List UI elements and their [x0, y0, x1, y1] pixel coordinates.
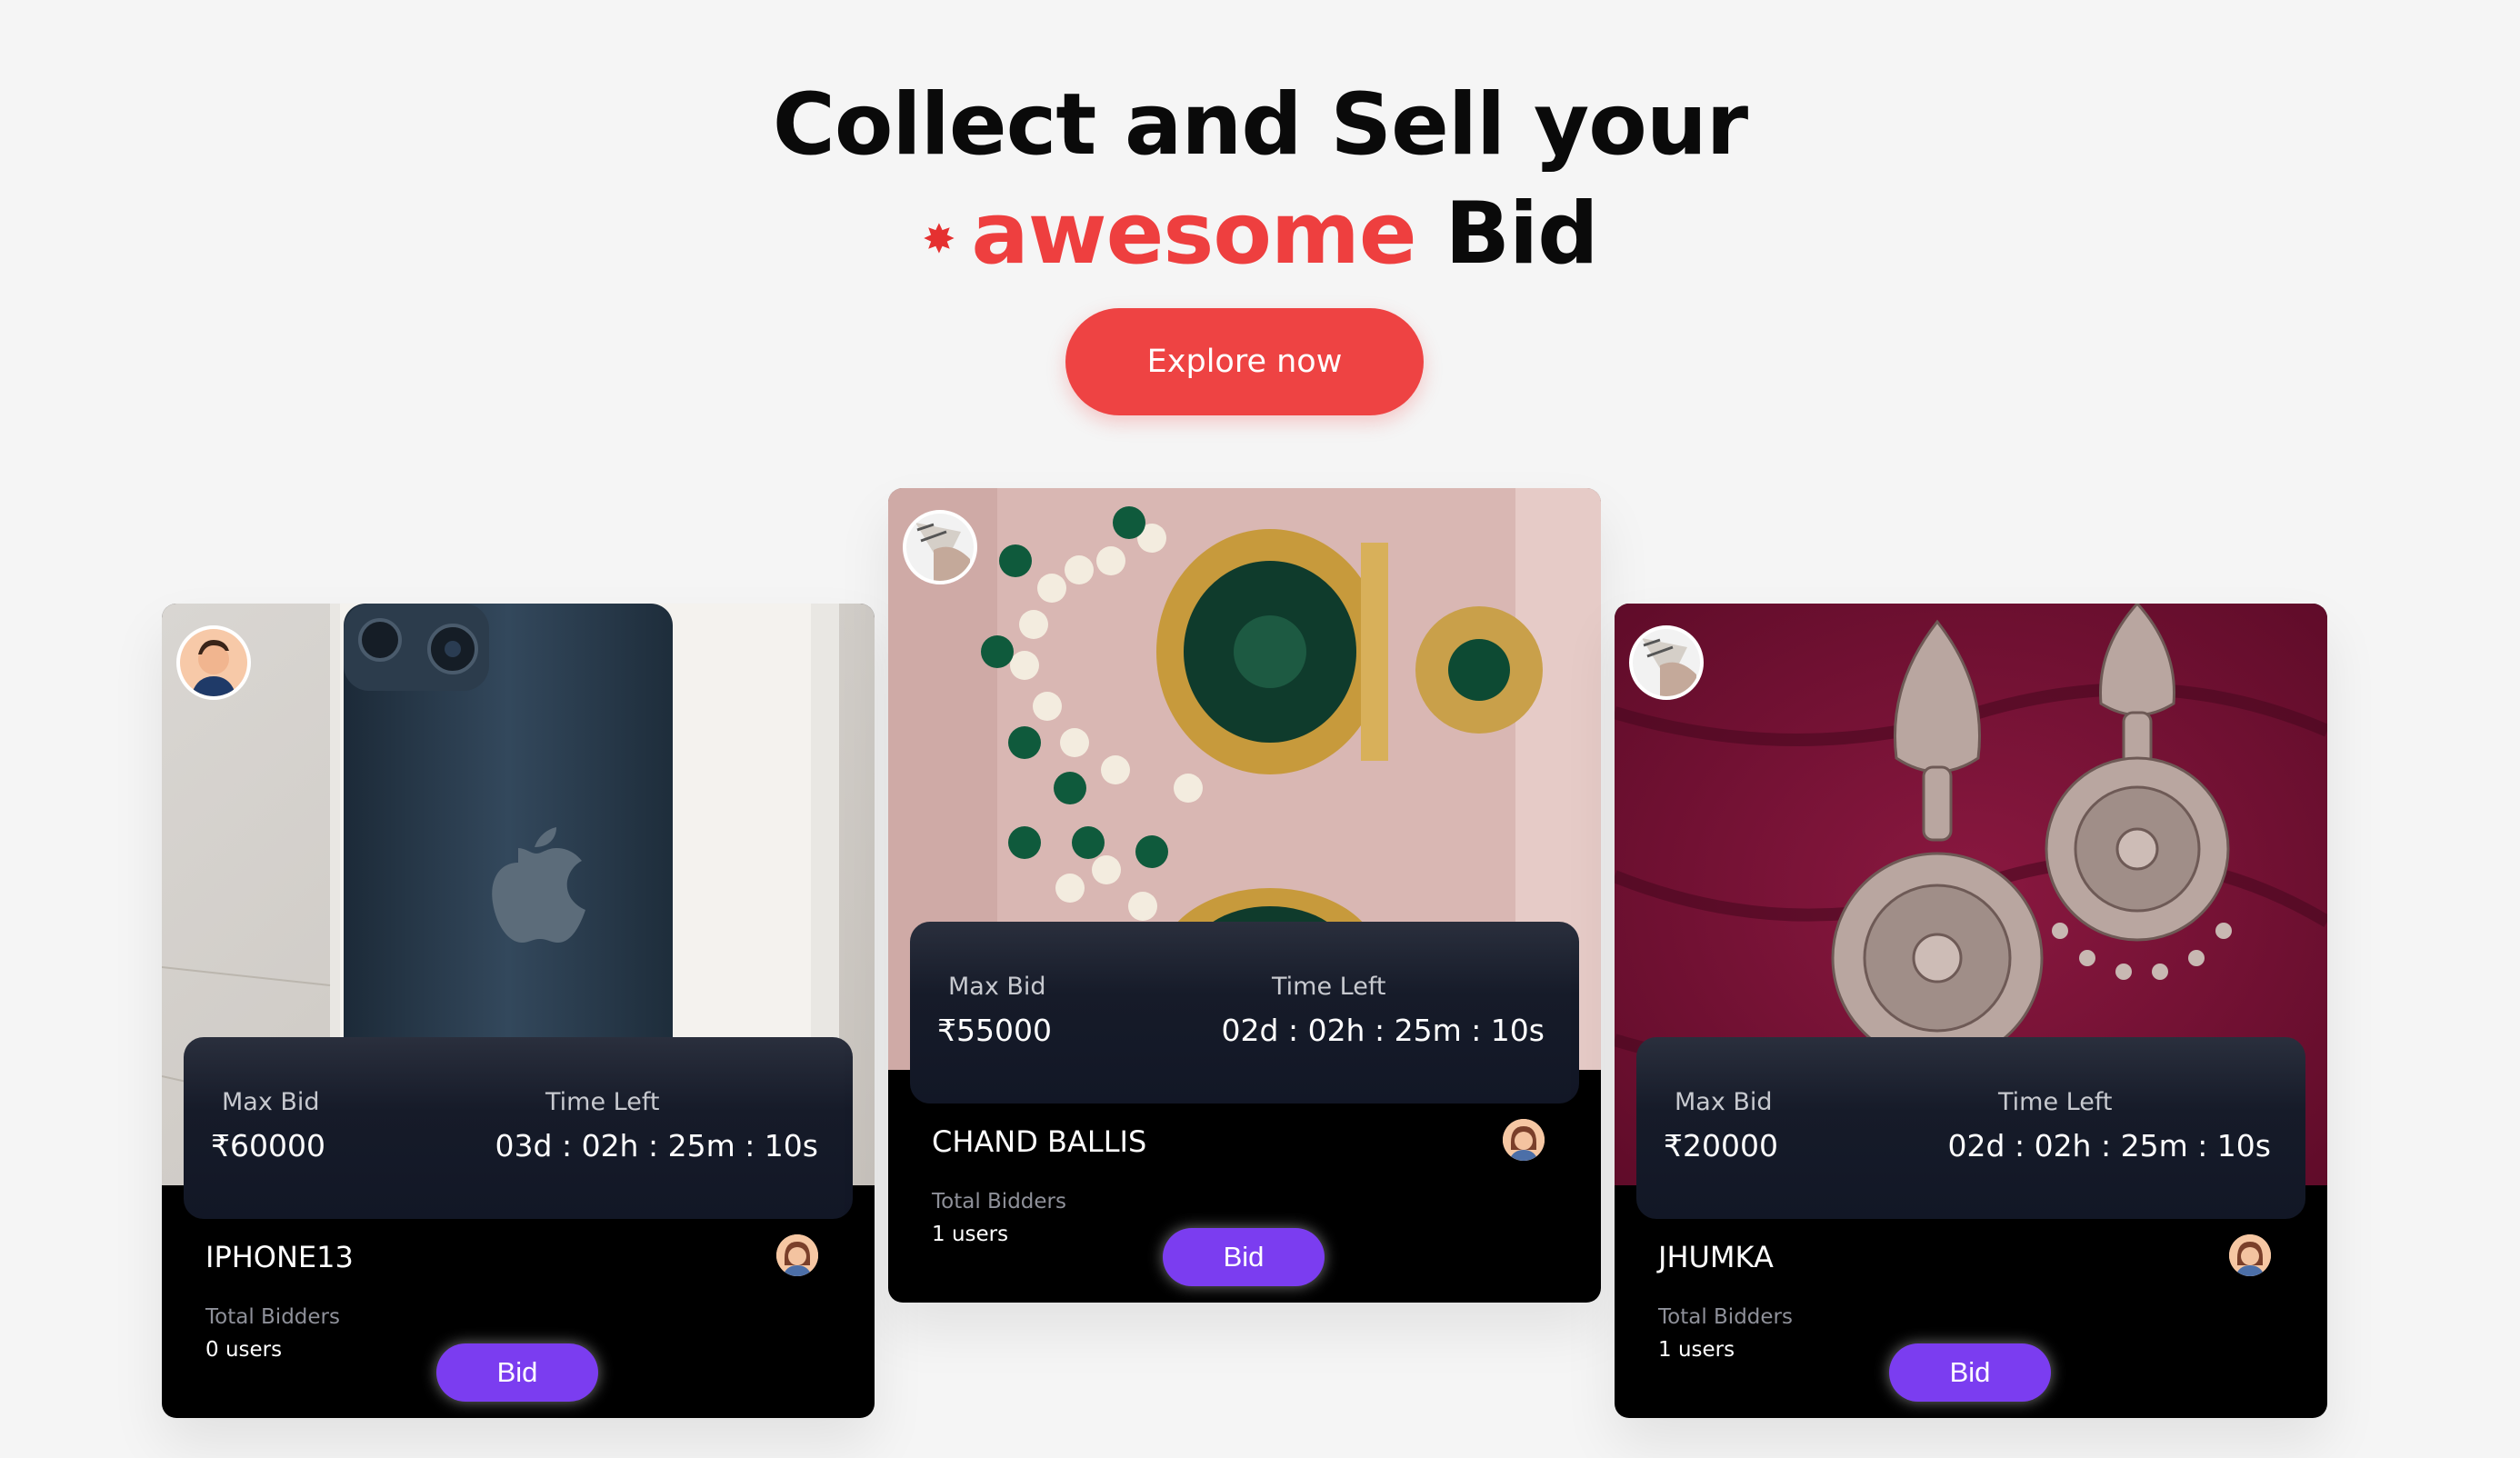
total-bidders-label: Total Bidders [932, 1190, 1066, 1213]
time-left-label: Time Left [1272, 973, 1386, 1001]
product-title[interactable]: JHUMKA [1658, 1240, 1774, 1274]
total-bidders-label: Total Bidders [205, 1305, 340, 1329]
auction-card[interactable]: Max Bid ₹60000 Time Left 03d : 02h : 25m… [162, 604, 875, 1418]
product-title[interactable]: CHAND BALLIS [932, 1124, 1146, 1159]
auction-card[interactable]: Max Bid ₹20000 Time Left 02d : 02h : 25m… [1615, 604, 2327, 1418]
max-bid-value: ₹20000 [1664, 1128, 1778, 1163]
total-bidders-label: Total Bidders [1658, 1305, 1793, 1329]
auction-card[interactable]: Max Bid ₹55000 Time Left 02d : 02h : 25m… [888, 488, 1601, 1303]
max-bid-value: ₹60000 [211, 1128, 325, 1163]
seller-avatar[interactable] [903, 510, 977, 584]
hero-title-line2: ✸ awesome Bid [0, 180, 2520, 295]
bid-info-panel: Max Bid ₹20000 Time Left 02d : 02h : 25m… [1636, 1037, 2305, 1219]
bid-info-panel: Max Bid ₹55000 Time Left 02d : 02h : 25m… [910, 922, 1579, 1103]
max-bid-label: Max Bid [1675, 1088, 1773, 1116]
bidder-avatar [2229, 1234, 2271, 1276]
product-title[interactable]: IPHONE13 [205, 1240, 354, 1274]
total-bidders-value: 1 users [1658, 1338, 1735, 1362]
bid-button[interactable]: Bid [436, 1343, 598, 1402]
max-bid-label: Max Bid [222, 1088, 320, 1116]
max-bid-label: Max Bid [948, 973, 1046, 1001]
total-bidders-value: 0 users [205, 1338, 283, 1362]
bidder-avatar [1503, 1119, 1545, 1161]
explore-now-button[interactable]: Explore now [1065, 308, 1424, 415]
bid-info-panel: Max Bid ₹60000 Time Left 03d : 02h : 25m… [184, 1037, 853, 1219]
time-left-value: 03d : 02h : 25m : 10s [495, 1128, 818, 1163]
sparkle-icon: ✸ [922, 216, 955, 263]
seller-avatar[interactable] [1629, 625, 1704, 700]
time-left-value: 02d : 02h : 25m : 10s [1947, 1128, 2271, 1163]
bid-button[interactable]: Bid [1889, 1343, 2051, 1402]
time-left-label: Time Left [545, 1088, 660, 1116]
bidder-avatar [776, 1234, 818, 1276]
total-bidders-value: 1 users [932, 1223, 1009, 1246]
hero-accent-word: awesome [971, 185, 1416, 284]
hero-tail-word: Bid [1445, 185, 1598, 284]
seller-avatar[interactable] [176, 625, 251, 700]
bid-button[interactable]: Bid [1163, 1228, 1325, 1286]
hero-title-line1: Collect and Sell your [772, 75, 1748, 175]
time-left-value: 02d : 02h : 25m : 10s [1221, 1013, 1545, 1048]
time-left-label: Time Left [1998, 1088, 2113, 1116]
max-bid-value: ₹55000 [937, 1013, 1052, 1048]
